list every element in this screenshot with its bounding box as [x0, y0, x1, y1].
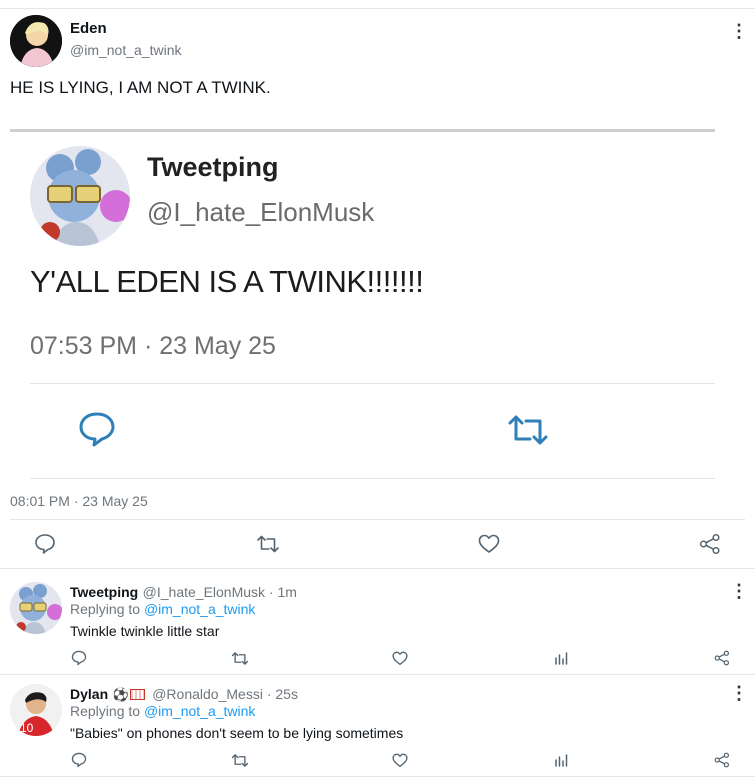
like-button[interactable] [478, 534, 500, 554]
embedded-timestamp: 07:53 PM · 23 May 25 [30, 332, 276, 360]
reply-2-comment-icon[interactable] [71, 752, 87, 768]
comment-icon [78, 411, 116, 447]
embedded-top-border [10, 129, 715, 132]
reply-1-replying-prefix: Replying to [70, 601, 144, 617]
reply-2-stats-icon[interactable] [554, 753, 568, 767]
embedded-author-name: Tweetping [147, 152, 279, 182]
reply-2-text: "Babies" on phones don't seem to be lyin… [70, 725, 404, 741]
main-author-name[interactable]: Eden [70, 20, 107, 37]
share-button[interactable] [699, 533, 721, 555]
main-author-handle[interactable]: @im_not_a_twink [70, 42, 182, 58]
eden-avatar[interactable] [10, 15, 62, 67]
reply-1-share-icon[interactable] [714, 650, 730, 666]
embedded-author-handle: @I_hate_ElonMusk [147, 197, 375, 227]
reply-2-jersey-number: 10 [20, 721, 34, 735]
retweet-icon [506, 413, 550, 447]
reply-2-avatar[interactable]: 10 [10, 684, 62, 736]
reply-1-more-vert-icon[interactable]: ⋮ [730, 582, 748, 600]
embedded-divider [30, 383, 715, 384]
reply-2-share-icon[interactable] [714, 752, 730, 768]
reply-1-avatar[interactable] [10, 582, 62, 634]
reply-1-heart-icon[interactable] [392, 651, 408, 666]
timestamp-divider [10, 519, 745, 520]
reply-1-divider [0, 674, 755, 675]
reply-2-more-vert-icon[interactable]: ⋮ [730, 684, 748, 702]
reply-1-author[interactable]: Tweetping [70, 584, 138, 600]
embedded-screenshot[interactable]: Tweetping @I_hate_ElonMusk Y'ALL EDEN IS… [10, 129, 715, 481]
reply-2-replying-to: Replying to @im_not_a_twink [70, 703, 255, 719]
reply-button[interactable] [34, 533, 56, 555]
reply-1-text: Twinkle twinkle little star [70, 623, 220, 639]
actions-divider [0, 568, 755, 569]
reply-2-replying-prefix: Replying to [70, 703, 144, 719]
reply-2-retweet-icon[interactable] [231, 753, 249, 768]
reply-2-divider [0, 776, 755, 777]
tweetping-avatar-large [30, 146, 130, 246]
embedded-bottom-divider [30, 478, 715, 479]
reply-1-comment-icon[interactable] [71, 650, 87, 666]
reply-2-replying-handle[interactable]: @im_not_a_twink [144, 703, 256, 719]
reply-1-header: Tweetping @I_hate_ElonMusk · 1m [70, 584, 297, 602]
soccer-ball-icon: ⚽ [112, 687, 129, 702]
reply-1-replying-handle[interactable]: @im_not_a_twink [144, 601, 256, 617]
reply-2-header: Dylan ⚽ @Ronaldo_Messi · 25s [70, 686, 298, 704]
goal-net-icon [129, 689, 145, 701]
reply-1-stats-icon[interactable] [554, 651, 568, 665]
reply-1-meta: @I_hate_ElonMusk · 1m [142, 584, 297, 600]
embedded-tweet-text: Y'ALL EDEN IS A TWINK!!!!!!! [30, 264, 424, 299]
retweet-button[interactable] [256, 534, 280, 554]
reply-1-retweet-icon[interactable] [231, 651, 249, 666]
reply-2-author[interactable]: Dylan [70, 686, 108, 702]
main-timestamp: 08:01 PM · 23 May 25 [10, 493, 148, 509]
main-tweet-text: HE IS LYING, I AM NOT A TWINK. [10, 78, 271, 97]
reply-2-heart-icon[interactable] [392, 753, 408, 768]
reply-2-meta: @Ronaldo_Messi · 25s [152, 686, 298, 702]
top-divider [0, 8, 755, 9]
reply-1-replying-to: Replying to @im_not_a_twink [70, 601, 255, 617]
more-vert-icon[interactable]: ⋮ [730, 22, 748, 40]
